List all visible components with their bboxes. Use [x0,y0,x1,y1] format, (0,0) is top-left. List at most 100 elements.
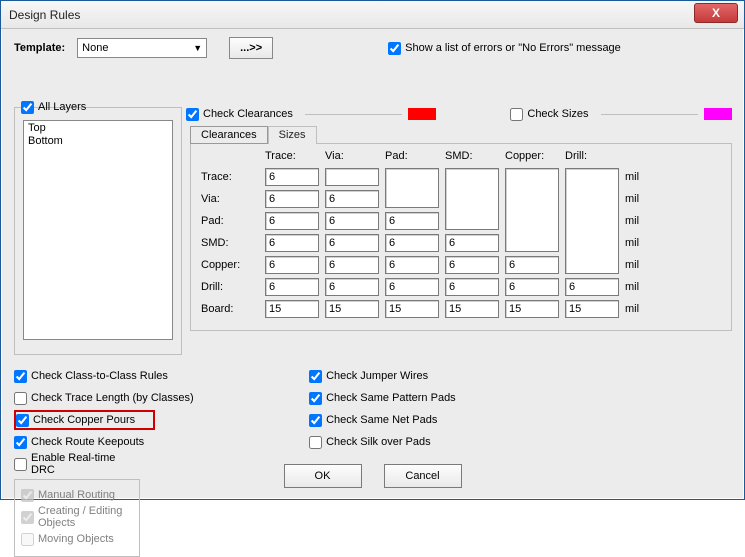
check-clearances-label: Check Clearances [203,108,293,120]
col1-2-label: Check Copper Pours [33,414,135,426]
clr-input[interactable]: 6 [325,212,379,230]
row-label: Board: [199,298,263,320]
tab-clearances[interactable]: Clearances [190,126,268,144]
clr-input[interactable]: 6 [265,168,319,186]
clr-input[interactable] [325,168,379,186]
unit-label: mil [623,210,643,232]
window-title: Design Rules [9,8,80,22]
row-label: SMD: [199,232,263,254]
layer-item[interactable]: Top [28,122,168,135]
chevron-down-icon: ▼ [193,43,202,53]
col1-3-checkbox[interactable] [14,436,27,449]
rt-0-label: Manual Routing [38,489,115,501]
clr-input[interactable] [505,168,559,252]
clr-input[interactable]: 6 [265,190,319,208]
template-value: None [82,42,108,54]
col2-1-checkbox[interactable] [309,392,322,405]
col-header: Pad: [383,150,443,166]
cancel-button[interactable]: Cancel [384,464,462,488]
clr-input[interactable]: 6 [325,256,379,274]
clr-input[interactable]: 6 [505,256,559,274]
close-button[interactable]: X [694,3,738,23]
template-more-button[interactable]: ...>> [229,37,273,59]
col1-0-label: Check Class-to-Class Rules [31,370,168,382]
clr-input[interactable]: 15 [505,300,559,318]
template-more-label: ...>> [240,42,262,54]
clr-input[interactable]: 6 [445,256,499,274]
clr-input[interactable]: 6 [385,234,439,252]
rt-1-label: Creating / Editing Objects [38,505,133,529]
unit-label: mil [623,254,643,276]
clr-input[interactable]: 6 [325,234,379,252]
close-icon: X [712,6,720,20]
clr-input[interactable]: 15 [265,300,319,318]
row-label: Drill: [199,276,263,298]
sizes-color-swatch[interactable] [704,108,732,120]
col2-3-label: Check Silk over Pads [326,436,431,448]
col2-2-label: Check Same Net Pads [326,414,437,426]
clr-input[interactable]: 6 [265,234,319,252]
clr-input[interactable]: 6 [325,278,379,296]
row-label: Pad: [199,210,263,232]
title-bar: Design Rules X [1,1,744,29]
col-header: Copper: [503,150,563,166]
col2-3-checkbox[interactable] [309,436,322,449]
unit-label: mil [623,276,643,298]
col1-3-label: Check Route Keepouts [31,436,144,448]
ok-button[interactable]: OK [284,464,362,488]
check-clearances-checkbox[interactable] [186,108,199,121]
col1-1-checkbox[interactable] [14,392,27,405]
showlist-label: Show a list of errors or "No Errors" mes… [405,42,621,54]
col-header: SMD: [443,150,503,166]
clr-input[interactable]: 6 [265,256,319,274]
clr-input[interactable]: 6 [565,278,619,296]
unit-label: mil [623,232,643,254]
row-label: Copper: [199,254,263,276]
col2-2-checkbox[interactable] [309,414,322,427]
check-sizes-checkbox[interactable] [510,108,523,121]
clr-input[interactable] [445,168,499,230]
rt-2-checkbox [21,533,34,546]
clr-input[interactable]: 6 [445,234,499,252]
tab-sizes[interactable]: Sizes [268,126,317,144]
col1-1-label: Check Trace Length (by Classes) [31,392,194,404]
template-select[interactable]: None ▼ [77,38,207,58]
showlist-checkbox[interactable] [388,42,401,55]
clr-input[interactable]: 6 [385,212,439,230]
clr-input[interactable]: 6 [265,212,319,230]
clr-input[interactable]: 15 [565,300,619,318]
col2-1-label: Check Same Pattern Pads [326,392,456,404]
row-label: Via: [199,188,263,210]
col1-0-checkbox[interactable] [14,370,27,383]
clr-input[interactable]: 6 [385,278,439,296]
col-header: Via: [323,150,383,166]
all-layers-checkbox[interactable] [21,101,34,114]
clr-input[interactable]: 15 [385,300,439,318]
clr-input[interactable]: 6 [445,278,499,296]
unit-label: mil [623,298,643,320]
layers-listbox[interactable]: Top Bottom [23,120,173,340]
all-layers-label: All Layers [38,101,86,113]
clr-input[interactable]: 6 [385,256,439,274]
clearances-color-swatch[interactable] [408,108,436,120]
unit-label: mil [623,166,643,188]
dialog-body: Template: None ▼ ...>> Show a list of er… [2,29,743,498]
unit-label: mil [623,188,643,210]
clearances-table: Trace: Via: Pad: SMD: Copper: Drill: Tra… [199,150,643,320]
rtdrc-group: Manual Routing Creating / Editing Objects… [14,479,140,557]
clr-input[interactable]: 15 [445,300,499,318]
col1-2-checkbox[interactable] [16,414,29,427]
layer-item[interactable]: Bottom [28,135,168,148]
col2-0-label: Check Jumper Wires [326,370,428,382]
col-header: Drill: [563,150,623,166]
clr-input[interactable]: 6 [265,278,319,296]
row-label: Trace: [199,166,263,188]
clr-input[interactable]: 6 [505,278,559,296]
template-label: Template: [14,42,65,54]
col2-0-checkbox[interactable] [309,370,322,383]
clr-input[interactable] [565,168,619,274]
clr-input[interactable] [385,168,439,208]
rt-1-checkbox [21,511,34,524]
clr-input[interactable]: 15 [325,300,379,318]
clr-input[interactable]: 6 [325,190,379,208]
